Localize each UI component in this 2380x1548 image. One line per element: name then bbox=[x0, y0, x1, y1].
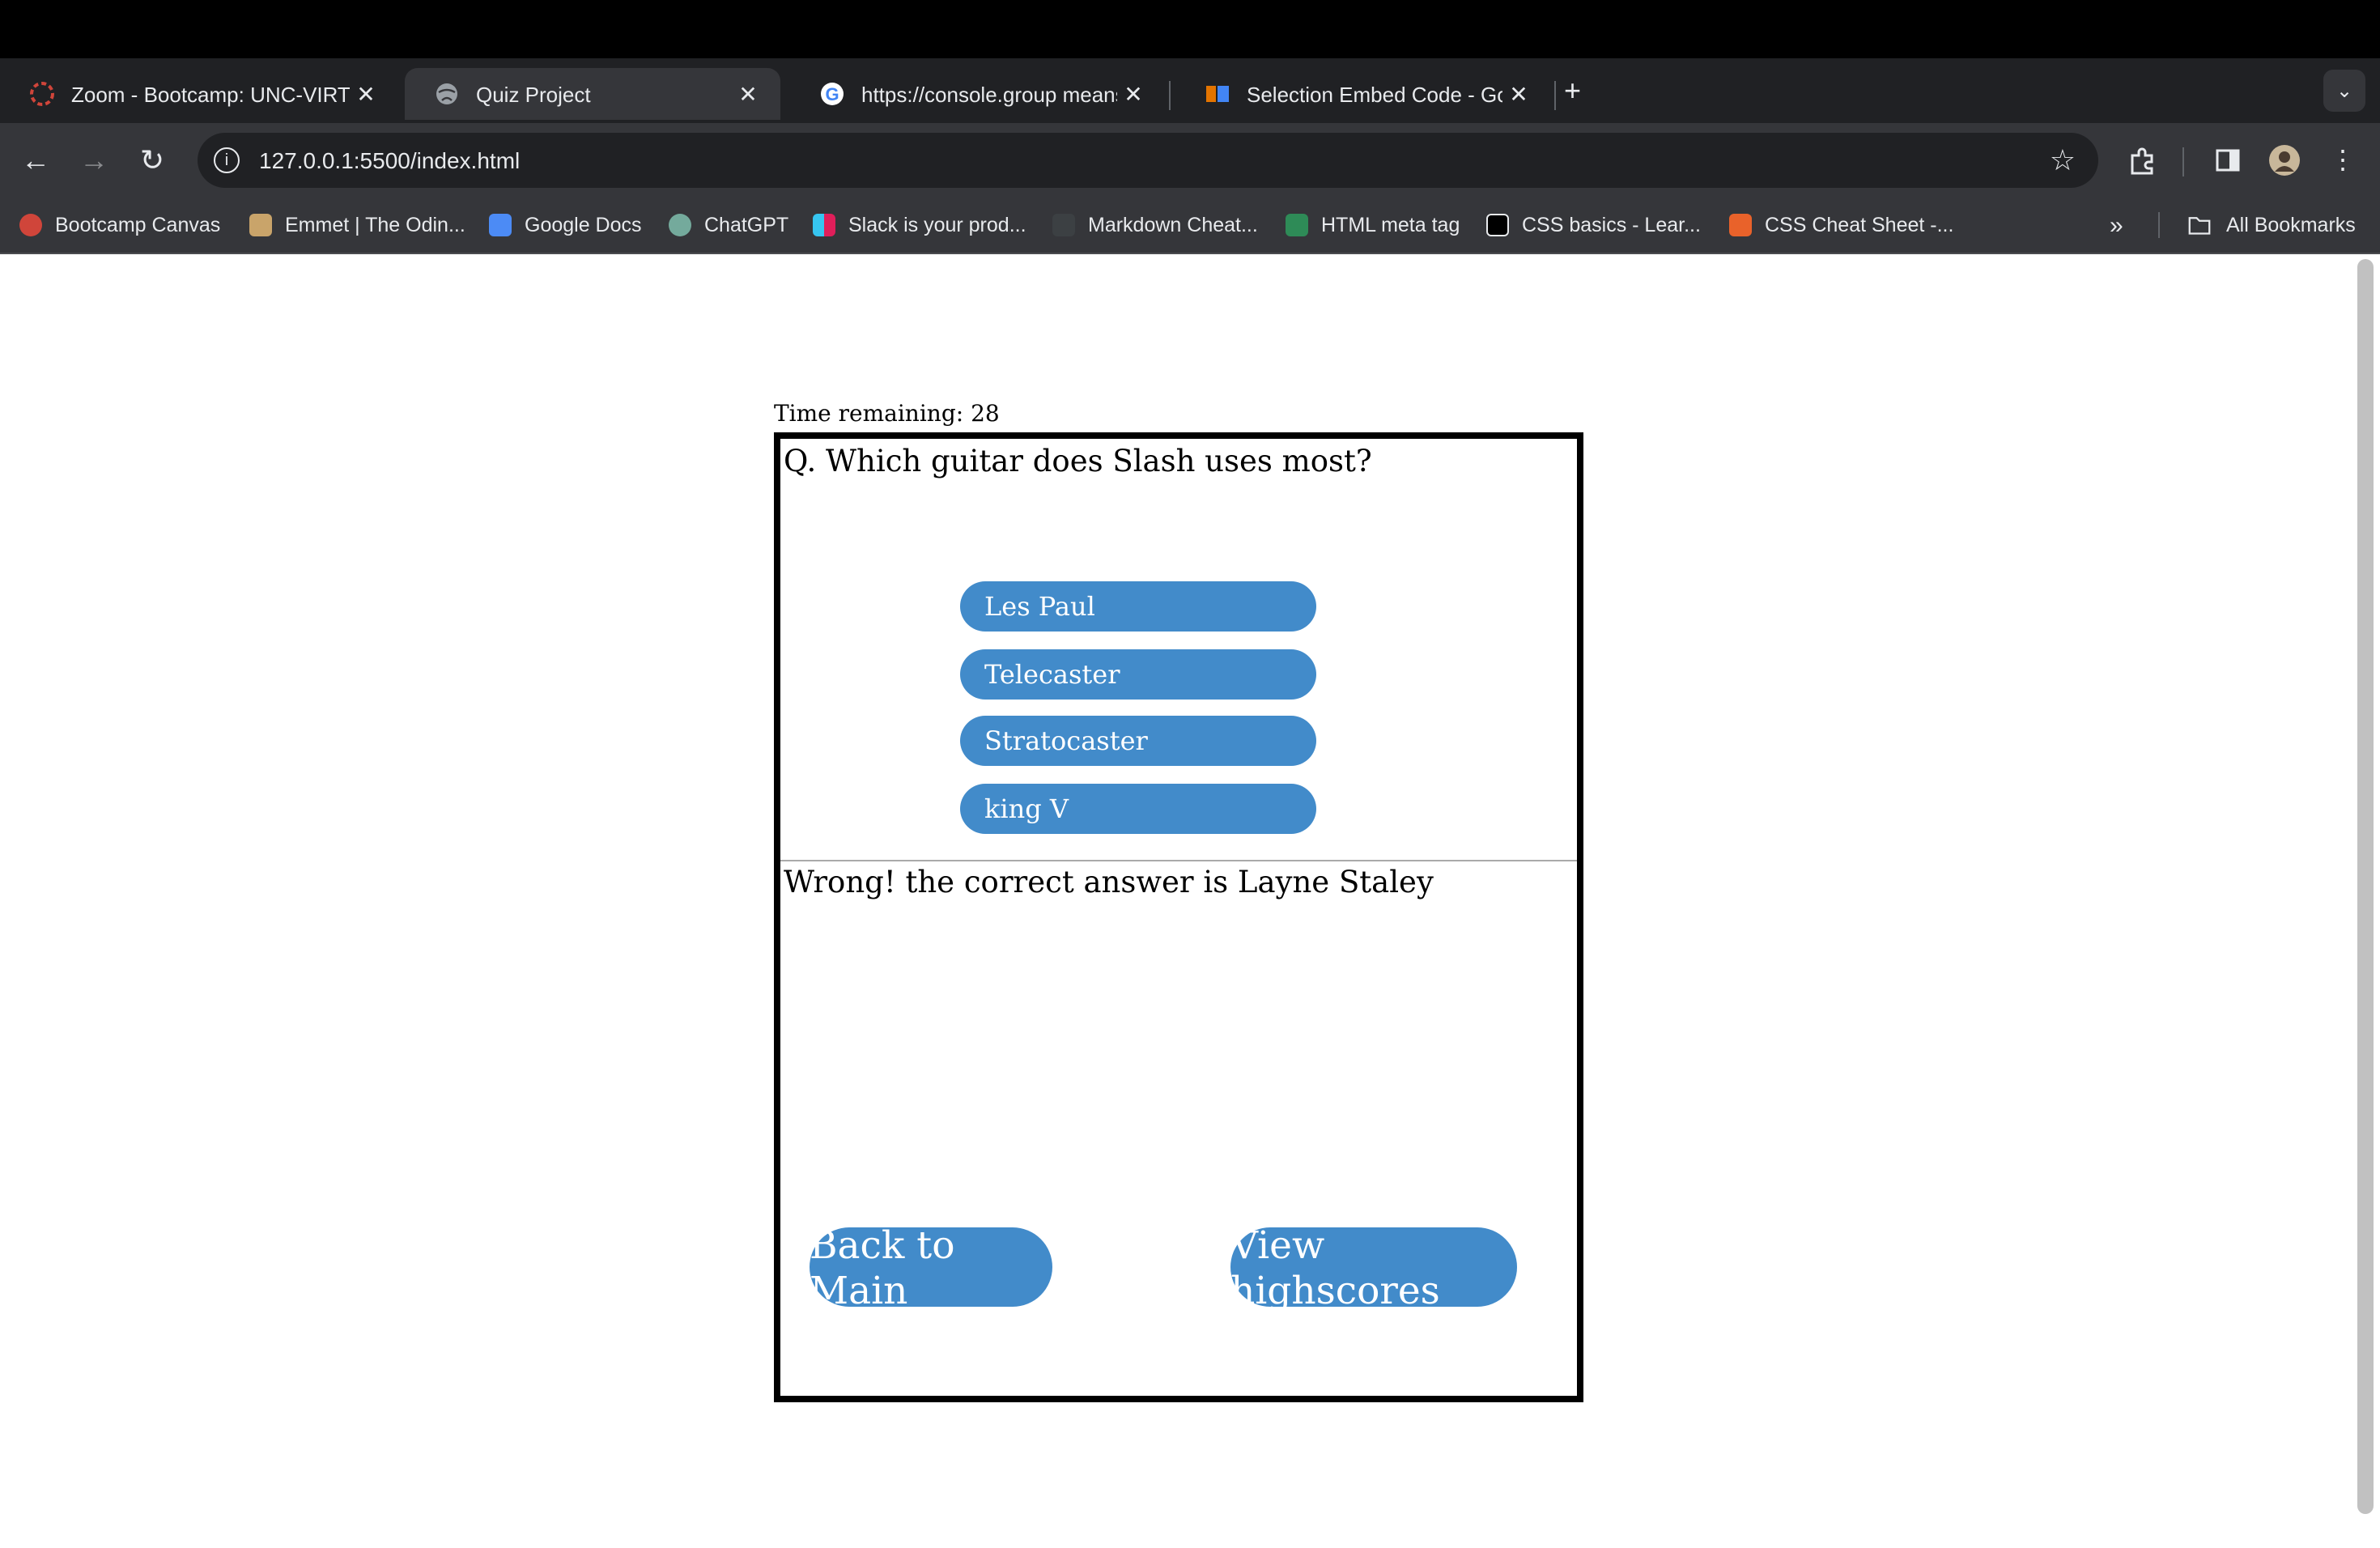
odin-icon bbox=[249, 214, 272, 236]
close-tab-icon[interactable]: ✕ bbox=[1502, 80, 1535, 108]
tab-separator bbox=[1169, 81, 1171, 110]
tab-title: Quiz Project bbox=[476, 82, 591, 106]
browser-toolbar: ← → ↻ i 127.0.0.1:5500/index.html ☆ ⋮ bbox=[0, 123, 2380, 198]
chatgpt-icon bbox=[669, 214, 691, 236]
bookmark-slack[interactable]: Slack is your prod... bbox=[813, 211, 1026, 240]
tab-quiz-project[interactable]: Quiz Project ✕ bbox=[405, 68, 780, 120]
folder-icon bbox=[2188, 217, 2211, 235]
tab-title: Zoom - Bootcamp: UNC-VIRT bbox=[71, 82, 350, 106]
answer-button-1[interactable]: Les Paul bbox=[960, 581, 1316, 632]
bookmarks-bar: Bootcamp Canvas Emmet | The Odin... Goog… bbox=[0, 198, 2380, 254]
embed-app-icon bbox=[1206, 86, 1229, 102]
tab-zoom[interactable]: Zoom - Bootcamp: UNC-VIRT ✕ bbox=[0, 68, 398, 120]
bookmark-star-icon[interactable]: ☆ bbox=[2050, 143, 2076, 177]
globe-icon bbox=[436, 83, 457, 104]
profile-avatar-icon[interactable] bbox=[2263, 139, 2306, 181]
google-icon: G bbox=[821, 83, 844, 105]
bookmark-css-cheat-sheet[interactable]: CSS Cheat Sheet -... bbox=[1729, 211, 1953, 240]
bookmark-label: Markdown Cheat... bbox=[1088, 214, 1258, 236]
bookmark-label: CSS Cheat Sheet -... bbox=[1765, 214, 1954, 236]
tab-console-group[interactable]: G https://console.group means ✕ bbox=[790, 68, 1166, 120]
answer-button-2[interactable]: Telecaster bbox=[960, 649, 1316, 700]
bookmark-emmet[interactable]: Emmet | The Odin... bbox=[249, 211, 465, 240]
bookmark-css-basics[interactable]: CSS basics - Lear... bbox=[1486, 211, 1701, 240]
bookmark-chatgpt[interactable]: ChatGPT bbox=[669, 211, 788, 240]
bookmark-bootcamp-canvas[interactable]: Bootcamp Canvas bbox=[19, 211, 220, 240]
bookmark-label: ChatGPT bbox=[704, 214, 789, 236]
tab-title: Selection Embed Code - Goo bbox=[1247, 82, 1502, 106]
markdown-icon bbox=[1052, 214, 1075, 236]
tab-strip: Zoom - Bootcamp: UNC-VIRT ✕ Quiz Project… bbox=[0, 58, 2380, 123]
canvas-icon bbox=[19, 214, 42, 236]
view-highscores-button[interactable]: View highscores bbox=[1230, 1222, 1517, 1312]
bookmark-markdown[interactable]: Markdown Cheat... bbox=[1052, 211, 1258, 240]
w3schools-icon bbox=[1286, 214, 1308, 236]
question-text: Q. Which guitar does Slash uses most? bbox=[784, 445, 1372, 479]
css-cheat-sheet-icon bbox=[1729, 214, 1752, 236]
answer-feedback: Wrong! the correct answer is Layne Stale… bbox=[784, 866, 1434, 900]
more-bookmarks-icon[interactable]: » bbox=[2110, 211, 2123, 240]
quiz-container: Q. Which guitar does Slash uses most? Le… bbox=[774, 432, 1583, 1402]
bookmarks-separator bbox=[2158, 212, 2160, 238]
bookmark-label: Emmet | The Odin... bbox=[285, 214, 465, 236]
back-to-main-button[interactable]: Back to Main bbox=[810, 1222, 1052, 1312]
google-docs-icon bbox=[489, 214, 512, 236]
toolbar-separator bbox=[2182, 147, 2184, 176]
slack-icon bbox=[813, 214, 835, 236]
bookmark-label: HTML meta tag bbox=[1321, 214, 1460, 236]
address-url[interactable]: 127.0.0.1:5500/index.html bbox=[259, 147, 2050, 173]
address-bar[interactable]: i 127.0.0.1:5500/index.html ☆ bbox=[198, 133, 2098, 188]
tab-selection-embed[interactable]: Selection Embed Code - Goo ✕ bbox=[1175, 68, 1551, 120]
all-bookmarks-button[interactable]: All Bookmarks bbox=[2186, 211, 2356, 240]
browser-menu-icon[interactable]: ⋮ bbox=[2322, 139, 2364, 181]
zoom-favicon-icon bbox=[30, 82, 54, 106]
feedback-divider bbox=[780, 860, 1577, 861]
tab-separator bbox=[1554, 81, 1556, 110]
bookmark-label: CSS basics - Lear... bbox=[1522, 214, 1701, 236]
extensions-icon[interactable] bbox=[2121, 139, 2163, 181]
new-tab-icon[interactable]: + bbox=[1564, 74, 1581, 108]
close-tab-icon[interactable]: ✕ bbox=[350, 80, 382, 108]
answer-button-4[interactable]: king V bbox=[960, 784, 1316, 834]
site-info-icon[interactable]: i bbox=[214, 147, 240, 173]
svg-text:G: G bbox=[825, 84, 839, 104]
reload-icon[interactable]: ↻ bbox=[131, 139, 173, 181]
bookmark-google-docs[interactable]: Google Docs bbox=[489, 211, 642, 240]
os-menu-bar bbox=[0, 0, 2380, 58]
side-panel-icon[interactable] bbox=[2207, 139, 2249, 181]
close-tab-icon[interactable]: ✕ bbox=[732, 80, 764, 108]
time-remaining: Time remaining: 28 bbox=[774, 402, 1000, 427]
forward-icon[interactable]: → bbox=[73, 139, 115, 181]
answer-button-3[interactable]: Stratocaster bbox=[960, 716, 1316, 766]
bookmark-label: Bootcamp Canvas bbox=[55, 214, 221, 236]
back-icon[interactable]: ← bbox=[15, 139, 57, 181]
page-scrollbar[interactable] bbox=[2357, 259, 2374, 1514]
tab-search-icon[interactable]: ⌄ bbox=[2323, 70, 2365, 112]
bookmark-label: All Bookmarks bbox=[2226, 214, 2356, 236]
bookmark-label: Google Docs bbox=[525, 214, 642, 236]
bookmark-label: Slack is your prod... bbox=[848, 214, 1026, 236]
tab-title: https://console.group means bbox=[861, 82, 1117, 106]
bookmark-html-meta[interactable]: HTML meta tag bbox=[1286, 211, 1460, 240]
close-tab-icon[interactable]: ✕ bbox=[1117, 80, 1150, 108]
mdn-icon bbox=[1486, 214, 1509, 236]
